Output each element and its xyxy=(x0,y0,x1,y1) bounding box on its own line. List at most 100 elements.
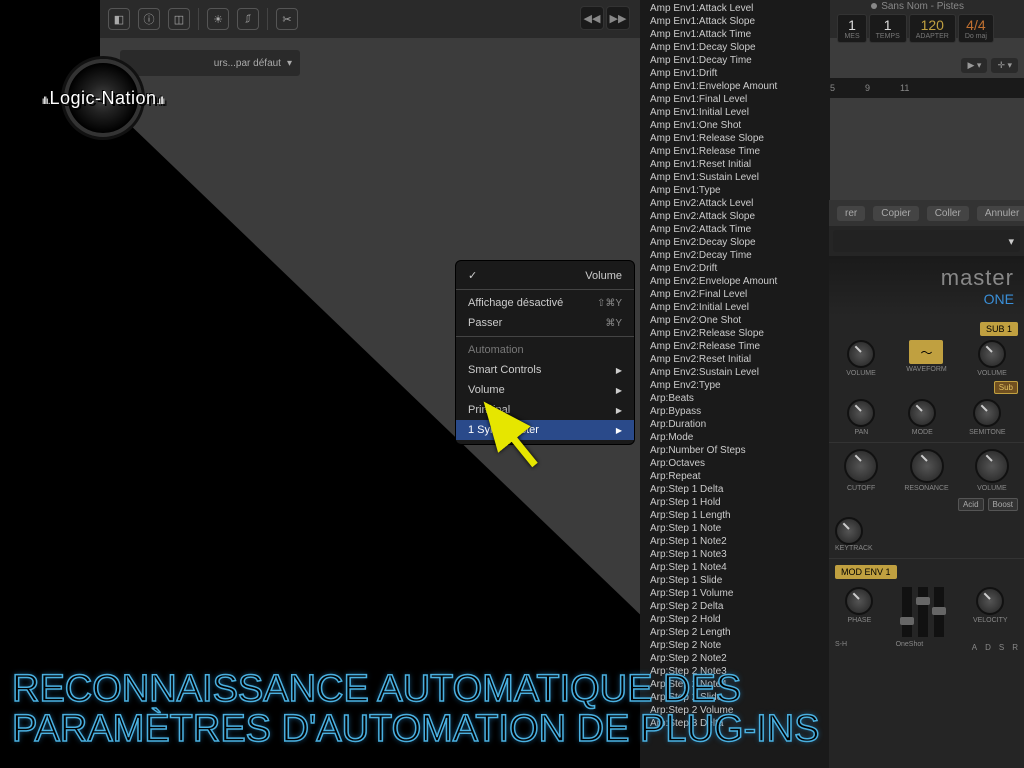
boost-tag[interactable]: Boost xyxy=(988,498,1018,511)
parameter-item[interactable]: Arp:Step 2 Delta xyxy=(640,600,830,613)
parameter-item[interactable]: Arp:Step 1 Length xyxy=(640,509,830,522)
rewind-button[interactable]: ◀◀ xyxy=(580,6,604,30)
scissors-icon[interactable]: ✂ xyxy=(276,8,298,30)
parameter-item[interactable]: Amp Env1:Release Time xyxy=(640,145,830,158)
cutoff-knob[interactable] xyxy=(844,449,878,483)
parameter-item[interactable]: Arp:Repeat xyxy=(640,470,830,483)
bar-counter[interactable]: 1MES xyxy=(837,14,866,43)
parameter-item[interactable]: Amp Env2:Drift xyxy=(640,262,830,275)
menu-principal[interactable]: Principal xyxy=(456,400,634,420)
signature-counter[interactable]: 4/4Do maj xyxy=(958,14,994,43)
parameter-item[interactable]: Amp Env2:Release Slope xyxy=(640,327,830,340)
library-icon[interactable]: ◧ xyxy=(108,8,130,30)
parameter-item[interactable]: Arp:Step 1 Slide xyxy=(640,574,830,587)
parameter-item[interactable]: Amp Env1:Attack Slope xyxy=(640,15,830,28)
parameter-item[interactable]: Amp Env2:Attack Slope xyxy=(640,210,830,223)
fader[interactable] xyxy=(918,587,928,637)
parameter-item[interactable]: Amp Env2:Decay Time xyxy=(640,249,830,262)
parameter-item[interactable]: Amp Env2:Reset Initial xyxy=(640,353,830,366)
semitone-knob[interactable] xyxy=(973,399,1001,427)
oneshot-label: OneShot xyxy=(896,641,924,652)
parameter-item[interactable]: Amp Env1:Attack Level xyxy=(640,2,830,15)
parameter-item[interactable]: Amp Env1:Sustain Level xyxy=(640,171,830,184)
parameter-item[interactable]: Arp:Step 1 Delta xyxy=(640,483,830,496)
fader[interactable] xyxy=(934,587,944,637)
parameter-item[interactable]: Arp:Step 1 Note2 xyxy=(640,535,830,548)
resonance-knob[interactable] xyxy=(910,449,944,483)
tool-mode-pills: ▶ ▾ ✛ ▾ xyxy=(961,58,1018,73)
paste-button[interactable]: Coller xyxy=(927,206,969,221)
parameter-item[interactable]: Amp Env1:Final Level xyxy=(640,93,830,106)
phase-knob[interactable] xyxy=(845,587,873,615)
menu-synthmaster[interactable]: 1 SynthMaster xyxy=(456,420,634,440)
parameter-item[interactable]: Amp Env2:Final Level xyxy=(640,288,830,301)
parameter-item[interactable]: Amp Env1:One Shot xyxy=(640,119,830,132)
parameter-item[interactable]: Arp:Step 1 Note xyxy=(640,522,830,535)
parameter-item[interactable]: Arp:Beats xyxy=(640,392,830,405)
parameter-item[interactable]: Amp Env2:Type xyxy=(640,379,830,392)
parameter-item[interactable]: Arp:Bypass xyxy=(640,405,830,418)
menu-volume[interactable]: Volume xyxy=(456,265,634,286)
automation-context-menu: Volume Affichage désactivé⇧⌘Y Passer⌘Y A… xyxy=(455,260,635,445)
tempo-counter[interactable]: 120ADAPTER xyxy=(909,14,956,43)
parameter-item[interactable]: Arp:Octaves xyxy=(640,457,830,470)
parameter-item[interactable]: Arp:Mode xyxy=(640,431,830,444)
parameter-item[interactable]: Amp Env2:Sustain Level xyxy=(640,366,830,379)
volume-knob[interactable] xyxy=(978,340,1006,368)
smart-controls-icon[interactable]: ☀ xyxy=(207,8,229,30)
parameter-item[interactable]: Amp Env2:Envelope Amount xyxy=(640,275,830,288)
parameter-item[interactable]: Arp:Step 2 Note2 xyxy=(640,652,830,665)
parameter-item[interactable]: Amp Env1:Release Slope xyxy=(640,132,830,145)
parameter-item[interactable]: Amp Env1:Reset Initial xyxy=(640,158,830,171)
parameter-item[interactable]: Amp Env2:Attack Level xyxy=(640,197,830,210)
parameter-item[interactable]: Amp Env1:Attack Time xyxy=(640,28,830,41)
plugin-name: master ONE xyxy=(829,256,1024,316)
parameter-item[interactable]: Amp Env2:Release Time xyxy=(640,340,830,353)
menu-volume-sub[interactable]: Volume xyxy=(456,380,634,400)
menu-pass[interactable]: Passer⌘Y xyxy=(456,313,634,333)
parameter-item[interactable]: Arp:Step 2 Length xyxy=(640,626,830,639)
parameter-item[interactable]: Arp:Step 2 Note xyxy=(640,639,830,652)
forward-button[interactable]: ▶▶ xyxy=(606,6,630,30)
undo-button[interactable]: Annuler xyxy=(977,206,1024,221)
parameter-item[interactable]: Amp Env1:Initial Level xyxy=(640,106,830,119)
pan-knob[interactable] xyxy=(847,399,875,427)
acid-tag[interactable]: Acid xyxy=(958,498,984,511)
menu-display-off[interactable]: Affichage désactivé⇧⌘Y xyxy=(456,293,634,313)
parameter-item[interactable]: Amp Env1:Drift xyxy=(640,67,830,80)
keytrack-knob[interactable] xyxy=(835,517,863,545)
parameter-item[interactable]: Arp:Step 1 Hold xyxy=(640,496,830,509)
parameter-item[interactable]: Arp:Step 1 Volume xyxy=(640,587,830,600)
inspector-icon[interactable]: ⓘ xyxy=(138,8,160,30)
mixer-icon[interactable]: ⎎ xyxy=(237,8,259,30)
toolbar-icon[interactable]: ◫ xyxy=(168,8,190,30)
parameter-item[interactable]: Amp Env2:Initial Level xyxy=(640,301,830,314)
waveform-display[interactable]: 〜 xyxy=(909,340,943,364)
parameter-item[interactable]: Arp:Step 1 Note3 xyxy=(640,548,830,561)
parameter-item[interactable]: Amp Env1:Envelope Amount xyxy=(640,80,830,93)
parameter-item[interactable]: Amp Env2:Attack Time xyxy=(640,223,830,236)
fader[interactable] xyxy=(902,587,912,637)
preset-selector[interactable]: ▾ xyxy=(833,230,1020,252)
parameter-item[interactable]: Arp:Step 2 Hold xyxy=(640,613,830,626)
parameter-item[interactable]: Arp:Step 1 Note4 xyxy=(640,561,830,574)
ruler[interactable]: 5 9 11 xyxy=(824,78,1024,98)
mode-knob[interactable] xyxy=(908,399,936,427)
parameter-item[interactable]: Arp:Duration xyxy=(640,418,830,431)
velocity-knob[interactable] xyxy=(976,587,1004,615)
parameter-item[interactable]: Amp Env2:One Shot xyxy=(640,314,830,327)
parameter-item[interactable]: Amp Env1:Decay Slope xyxy=(640,41,830,54)
sub-tag[interactable]: Sub xyxy=(994,381,1018,394)
volume-knob[interactable] xyxy=(847,340,875,368)
volume-knob[interactable] xyxy=(975,449,1009,483)
parameter-item[interactable]: Amp Env2:Decay Slope xyxy=(640,236,830,249)
copy-button[interactable]: Copier xyxy=(873,206,918,221)
pointer-tool[interactable]: ▶ ▾ xyxy=(961,58,987,73)
menu-smart-controls[interactable]: Smart Controls xyxy=(456,360,634,380)
parameter-item[interactable]: Amp Env1:Type xyxy=(640,184,830,197)
parameter-item[interactable]: Arp:Number Of Steps xyxy=(640,444,830,457)
beat-counter[interactable]: 1TEMPS xyxy=(869,14,907,43)
compare-button[interactable]: rer xyxy=(837,206,865,221)
parameter-item[interactable]: Amp Env1:Decay Time xyxy=(640,54,830,67)
marquee-tool[interactable]: ✛ ▾ xyxy=(991,58,1018,73)
